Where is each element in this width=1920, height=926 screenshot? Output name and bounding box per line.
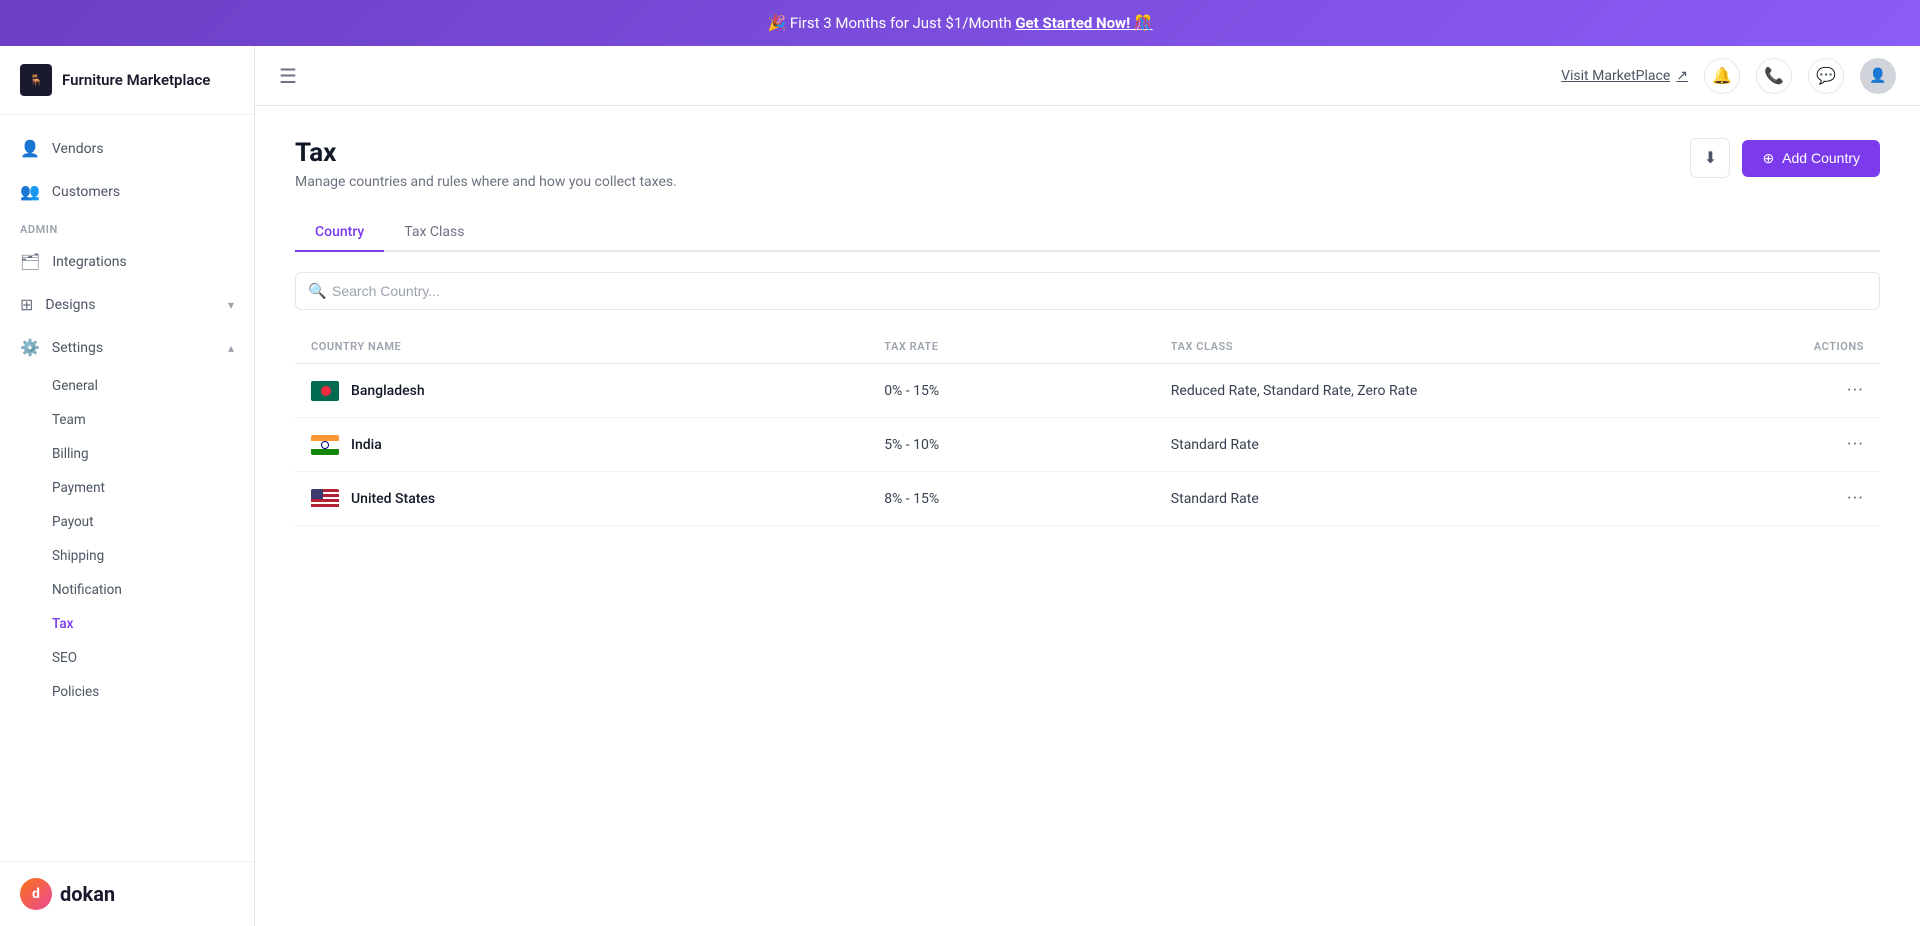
sidebar-subitem-shipping[interactable]: Shipping — [0, 539, 254, 573]
tax-class-bangladesh: Reduced Rate, Standard Rate, Zero Rate — [1171, 383, 1744, 399]
notifications-icon[interactable]: 🔔 — [1704, 58, 1740, 94]
dokan-logo: d dokan — [20, 878, 115, 910]
sidebar-nav: 👤 Vendors 👥 Customers ADMIN 🗂 Integratio… — [0, 115, 254, 861]
sidebar-item-designs[interactable]: ⊞ Designs ▾ — [0, 283, 254, 326]
sidebar-brand: 🪑 Furniture Marketplace — [0, 46, 254, 115]
actions-menu-india[interactable]: ··· — [1847, 434, 1864, 455]
menu-icon[interactable]: ☰ — [279, 64, 297, 88]
download-button[interactable]: ⬇ — [1690, 138, 1730, 178]
country-cell-bangladesh: Bangladesh — [311, 381, 884, 401]
search-container: 🔍 — [295, 272, 1880, 310]
dokan-label: dokan — [60, 882, 115, 906]
sidebar-item-label-designs: Designs — [45, 297, 95, 313]
sidebar-footer: d dokan — [0, 861, 254, 926]
banner-cta[interactable]: Get Started Now! 🎊 — [1015, 14, 1152, 32]
dokan-icon: d — [20, 878, 52, 910]
country-cell-us: United States — [311, 489, 884, 509]
search-icon: 🔍 — [308, 282, 327, 300]
designs-icon: ⊞ — [20, 295, 33, 314]
user-avatar[interactable]: 👤 — [1860, 58, 1896, 94]
sidebar-item-customers[interactable]: 👥 Customers — [0, 170, 254, 213]
sidebar-subitem-seo[interactable]: SEO — [0, 641, 254, 675]
page-header: Tax Manage countries and rules where and… — [295, 138, 1880, 190]
tab-tax-class[interactable]: Tax Class — [384, 214, 484, 252]
actions-cell-us: ··· — [1744, 488, 1864, 509]
customers-icon: 👥 — [20, 182, 40, 201]
actions-menu-us[interactable]: ··· — [1847, 488, 1864, 509]
sidebar-subitem-general[interactable]: General — [0, 369, 254, 403]
sidebar-subitem-tax[interactable]: Tax — [0, 607, 254, 641]
external-link-icon: ↗ — [1676, 68, 1688, 84]
search-input[interactable] — [296, 273, 1879, 309]
country-name-india: India — [351, 437, 382, 453]
designs-chevron-icon: ▾ — [228, 298, 234, 312]
sidebar-item-label-vendors: Vendors — [52, 141, 104, 157]
tax-class-us: Standard Rate — [1171, 491, 1744, 507]
col-country-name: COUNTRY NAME — [311, 340, 884, 353]
sidebar-subitem-billing[interactable]: Billing — [0, 437, 254, 471]
content-area: ☰ Visit MarketPlace ↗ 🔔 📞 💬 👤 Tax Manage… — [255, 46, 1920, 926]
integrations-icon: 🗂 — [20, 252, 40, 271]
chat-icon[interactable]: 💬 — [1808, 58, 1844, 94]
actions-menu-bangladesh[interactable]: ··· — [1847, 380, 1864, 401]
add-country-icon: ⊕ — [1762, 150, 1774, 167]
sidebar-item-vendors[interactable]: 👤 Vendors — [0, 127, 254, 170]
page-content: Tax Manage countries and rules where and… — [255, 106, 1920, 926]
flag-bangladesh — [311, 381, 339, 401]
country-name-us: United States — [351, 491, 435, 507]
top-header: ☰ Visit MarketPlace ↗ 🔔 📞 💬 👤 — [255, 46, 1920, 106]
visit-marketplace-link[interactable]: Visit MarketPlace ↗ — [1561, 68, 1688, 84]
visit-marketplace-label: Visit MarketPlace — [1561, 68, 1670, 84]
tax-rate-india: 5% - 10% — [884, 437, 1171, 453]
admin-section-label: ADMIN — [0, 213, 254, 240]
sidebar-subitem-policies[interactable]: Policies — [0, 675, 254, 709]
banner-text: 🎉 First 3 Months for Just $1/Month — [767, 14, 1011, 32]
sidebar-item-label-integrations: Integrations — [52, 254, 126, 270]
vendors-icon: 👤 — [20, 139, 40, 158]
table-row: India 5% - 10% Standard Rate ··· — [295, 418, 1880, 472]
actions-cell-bangladesh: ··· — [1744, 380, 1864, 401]
sidebar-subitem-payout[interactable]: Payout — [0, 505, 254, 539]
sidebar-item-label-customers: Customers — [52, 184, 120, 200]
sidebar-item-integrations[interactable]: 🗂 Integrations — [0, 240, 254, 283]
brand-name: Furniture Marketplace — [62, 71, 210, 89]
top-banner: 🎉 First 3 Months for Just $1/Month Get S… — [0, 0, 1920, 46]
actions-cell-india: ··· — [1744, 434, 1864, 455]
flag-india — [311, 435, 339, 455]
col-actions: ACTIONS — [1744, 340, 1864, 353]
phone-icon[interactable]: 📞 — [1756, 58, 1792, 94]
col-tax-rate: TAX RATE — [884, 340, 1171, 353]
add-country-button[interactable]: ⊕ Add Country — [1742, 140, 1880, 177]
sidebar-item-settings[interactable]: ⚙️ Settings ▴ — [0, 326, 254, 369]
sidebar-subitem-notification[interactable]: Notification — [0, 573, 254, 607]
table-header: COUNTRY NAME TAX RATE TAX CLASS ACTIONS — [295, 330, 1880, 364]
col-tax-class: TAX CLASS — [1171, 340, 1744, 353]
sidebar-item-label-settings: Settings — [52, 340, 103, 356]
tax-rate-us: 8% - 15% — [884, 491, 1171, 507]
flag-us — [311, 489, 339, 509]
tax-class-india: Standard Rate — [1171, 437, 1744, 453]
tab-country[interactable]: Country — [295, 214, 384, 252]
brand-icon: 🪑 — [20, 64, 52, 96]
settings-chevron-icon: ▴ — [228, 341, 234, 355]
page-title: Tax — [295, 138, 677, 168]
sidebar-subitem-team[interactable]: Team — [0, 403, 254, 437]
sidebar: 🪑 Furniture Marketplace 👤 Vendors 👥 Cust… — [0, 46, 255, 926]
country-cell-india: India — [311, 435, 884, 455]
page-actions: ⬇ ⊕ Add Country — [1690, 138, 1880, 178]
add-country-label: Add Country — [1782, 150, 1860, 166]
settings-icon: ⚙️ — [20, 338, 40, 357]
country-name-bangladesh: Bangladesh — [351, 383, 425, 399]
table-row: Bangladesh 0% - 15% Reduced Rate, Standa… — [295, 364, 1880, 418]
tax-rate-bangladesh: 0% - 15% — [884, 383, 1171, 399]
tabs: Country Tax Class — [295, 214, 1880, 252]
page-subtitle: Manage countries and rules where and how… — [295, 174, 677, 190]
table-row: United States 8% - 15% Standard Rate ··· — [295, 472, 1880, 526]
sidebar-subitem-payment[interactable]: Payment — [0, 471, 254, 505]
